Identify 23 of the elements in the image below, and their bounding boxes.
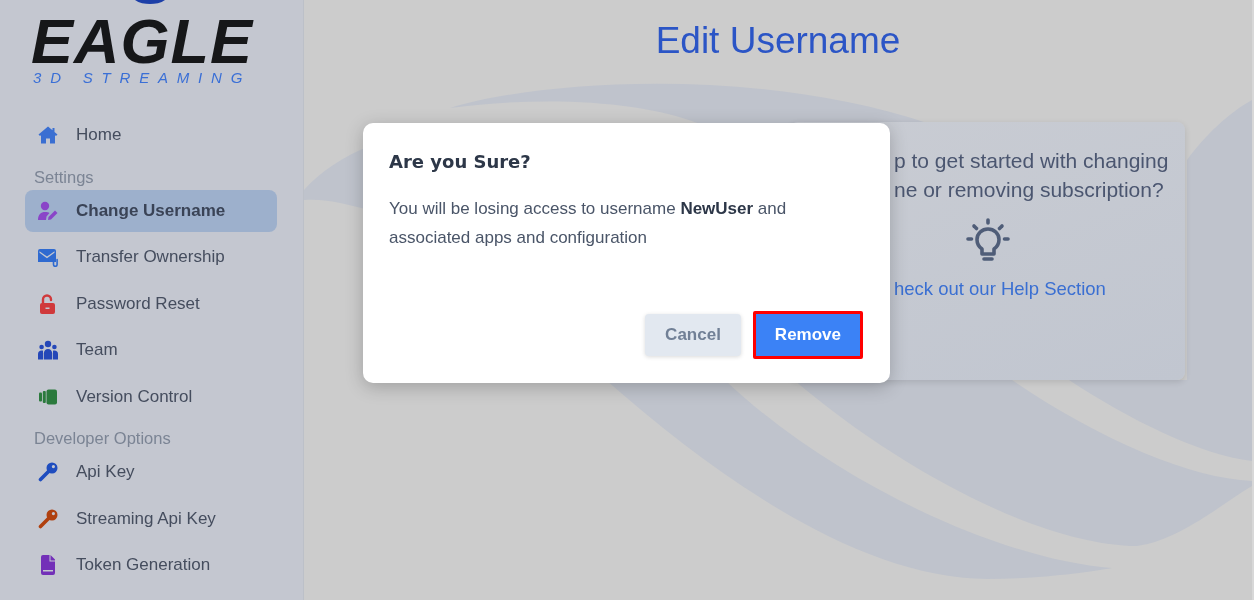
sidebar-item[interactable]: Change Username	[25, 189, 277, 232]
dialog-title: Are you Sure?	[389, 150, 531, 174]
lightbulb-icon	[966, 218, 1010, 262]
cancel-button[interactable]: Cancel	[645, 314, 741, 356]
sidebar-item[interactable]: Home	[25, 114, 277, 156]
sidebar-item[interactable]: Transfer Ownership	[25, 236, 277, 278]
page-title: Edit Username	[654, 19, 902, 63]
help-prompt-text: p to get started with changing	[894, 147, 1169, 174]
sidebar-item[interactable]: Token Generation	[25, 544, 277, 586]
help-prompt-text: ne or removing subscription?	[894, 176, 1164, 203]
sidebar-section-heading: Settings	[33, 166, 95, 188]
logo-mark-icon	[135, 0, 165, 4]
help-section-link[interactable]: heck out our Help Section	[894, 277, 1106, 301]
sidebar-item[interactable]: Streaming Api Key	[25, 497, 277, 540]
sidebar-item[interactable]: Team	[25, 329, 277, 371]
sidebar-item[interactable]: Password Reset	[25, 282, 277, 325]
dialog-message: You will be losing access to username NewUser and associated apps and configuration	[389, 197, 788, 249]
sidebar-item[interactable]: Api Key	[25, 451, 277, 493]
logo-subtitle: 3D STREAMING	[33, 68, 252, 87]
sidebar-section-heading: Developer Options	[33, 428, 172, 449]
remove-button[interactable]: Remove	[752, 311, 863, 359]
sidebar-item[interactable]: Version Control	[25, 375, 277, 418]
logo-title: EAGLE	[31, 16, 254, 66]
